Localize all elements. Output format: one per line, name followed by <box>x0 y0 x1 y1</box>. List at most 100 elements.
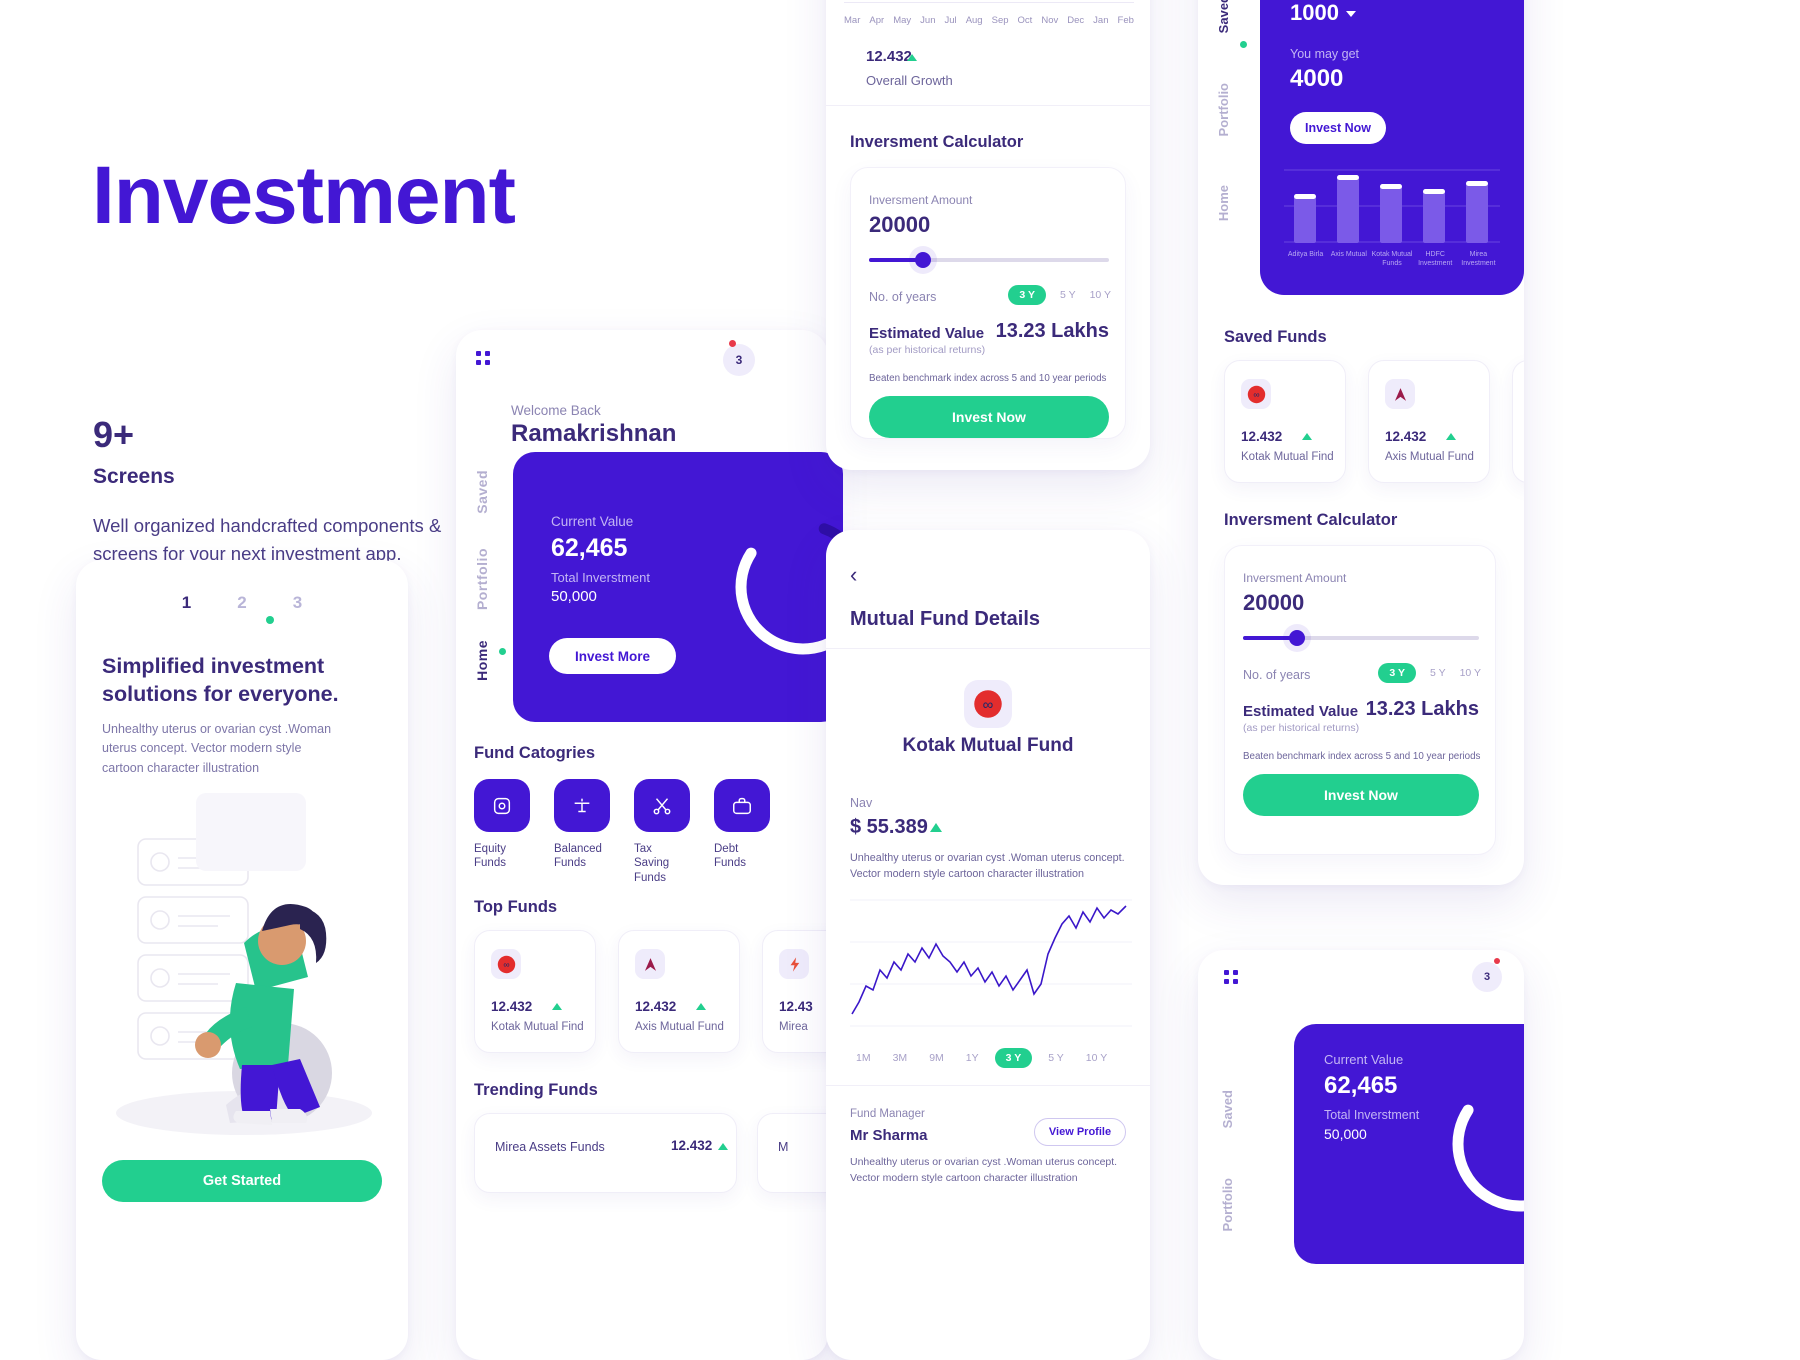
step-2[interactable]: 2 <box>237 593 246 613</box>
grid-menu-icon[interactable] <box>476 351 490 365</box>
fund-manager-description: Unhealthy uterus or ovarian cyst .Woman … <box>850 1156 1118 1184</box>
nav-saved[interactable]: Saved <box>1220 1090 1235 1128</box>
fund-card[interactable]: 12.432 Axis Mutual Fund <box>1368 360 1490 483</box>
nav-home[interactable]: Home <box>474 640 490 681</box>
year-option-5y[interactable]: 5 Y <box>1430 667 1446 679</box>
divider <box>826 648 1150 649</box>
chevron-down-icon[interactable] <box>1346 11 1356 17</box>
amount-slider[interactable] <box>869 252 1109 268</box>
amount-value: 20000 <box>1243 590 1305 615</box>
month-tick: Mar <box>844 15 861 26</box>
axis-logo-icon <box>635 949 665 979</box>
progress-ring-icon <box>1452 1076 1524 1212</box>
category-equity-funds[interactable]: Equity Funds <box>474 779 530 885</box>
trend-up-icon <box>930 823 942 832</box>
fund-value: 12.432 <box>1241 429 1283 444</box>
month-tick: Apr <box>869 15 885 26</box>
trending-fund-row[interactable]: Mirea Assets Funds 12.432 <box>474 1113 737 1193</box>
fund-card[interactable]: 12.43 Mirea <box>1512 360 1524 483</box>
year-option-3y[interactable]: 3 Y <box>1008 285 1046 305</box>
nav-portfolio[interactable]: Portfolio <box>1216 83 1231 136</box>
onboarding-body: Unhealthy uterus or ovarian cyst .Woman … <box>102 722 332 775</box>
fund-categories-title: Fund Catogries <box>474 744 596 762</box>
grid-menu-icon[interactable] <box>1224 970 1238 984</box>
step-1[interactable]: 1 <box>182 593 191 613</box>
trend-up-icon <box>1446 433 1456 440</box>
fund-card[interactable]: ∞ 12.432 Kotak Mutual Find <box>474 930 596 1053</box>
nav-portfolio[interactable]: Portfolio <box>1220 1178 1235 1231</box>
estimated-value: 13.23 Lakhs <box>1365 698 1479 720</box>
range-5y[interactable]: 5 Y <box>1042 1048 1070 1068</box>
estimated-value-sublabel: (as per historical returns) <box>1243 722 1360 734</box>
calculator-panel: Inversment Amount 20000 No. of years 3 Y… <box>1224 545 1496 855</box>
nav-saved[interactable]: Saved <box>474 470 490 514</box>
range-9m[interactable]: 9M <box>923 1048 950 1068</box>
bar-label: HDFC Investment <box>1418 251 1453 268</box>
amount-slider[interactable] <box>1243 630 1479 646</box>
page-title: Investment <box>92 150 516 241</box>
calculator-panel: Inversment Amount 20000 No. of years 3 Y… <box>850 167 1126 439</box>
month-tick: Jan <box>1093 15 1109 26</box>
nav-portfolio[interactable]: Portfolio <box>474 548 490 610</box>
portfolio-screen: 1000 You may get 4000 Invest Now Aditya … <box>1198 0 1524 885</box>
current-value: 62,465 <box>1324 1072 1398 1099</box>
trending-funds-title: Trending Funds <box>474 1081 598 1099</box>
year-option-3y[interactable]: 3 Y <box>1378 663 1416 683</box>
slider-handle[interactable] <box>915 252 931 268</box>
notification-dot-icon <box>1494 958 1500 964</box>
notification-badge[interactable]: 3 <box>1472 962 1502 992</box>
month-tick: Dec <box>1067 15 1085 26</box>
month-tick: Feb <box>1117 15 1134 26</box>
kotak-logo-icon: ∞ <box>964 680 1012 728</box>
nav-saved[interactable]: Saved <box>1216 0 1231 33</box>
trend-up-icon <box>907 54 917 61</box>
category-balanced-funds[interactable]: Balanced Funds <box>554 779 610 885</box>
divider <box>826 105 1150 106</box>
svg-text:∞: ∞ <box>1253 389 1259 399</box>
fund-card[interactable]: 12.432 Axis Mutual Fund <box>618 930 740 1053</box>
coin-icon <box>474 779 530 832</box>
invest-more-button[interactable]: Invest More <box>549 638 676 674</box>
fund-card[interactable]: ∞ 12.432 Kotak Mutual Find <box>1224 360 1346 483</box>
design-showcase-canvas: Investment 9+ Screens Well organized han… <box>0 0 1800 1360</box>
range-1y[interactable]: 1Y <box>960 1048 985 1068</box>
total-investment-value: 50,000 <box>1324 1126 1367 1142</box>
bar-label: Mirea Investment <box>1461 251 1496 268</box>
trending-fund-value: 12.432 <box>671 1138 713 1153</box>
estimated-value-label: Estimated Value <box>869 325 985 342</box>
fund-name: Kotak Mutual Find <box>1241 451 1334 463</box>
user-name: Ramakrishnan <box>511 420 677 447</box>
total-investment-label: Total Inverstment <box>1324 1108 1420 1122</box>
range-3y[interactable]: 3 Y <box>994 1048 1033 1068</box>
notification-badge[interactable]: 3 <box>723 344 755 376</box>
range-3m[interactable]: 3M <box>887 1048 914 1068</box>
invest-now-button[interactable]: Invest Now <box>869 396 1109 438</box>
range-10y[interactable]: 10 Y <box>1080 1048 1113 1068</box>
top-funds-title: Top Funds <box>474 898 558 916</box>
nav-home[interactable]: Home <box>1216 185 1231 221</box>
chevron-left-icon[interactable]: ‹ <box>850 564 857 586</box>
invest-now-button[interactable]: Invest Now <box>1243 774 1479 816</box>
overall-growth-label: Overall Growth <box>866 73 953 88</box>
years-options: 3 Y 5 Y 10 Y <box>1378 663 1481 683</box>
slider-handle[interactable] <box>1289 630 1305 646</box>
progress-ring-icon <box>735 519 843 655</box>
category-tax-saving-funds[interactable]: Tax Saving Funds <box>634 779 690 885</box>
year-option-10y[interactable]: 10 Y <box>1090 289 1111 301</box>
amount-value: 20000 <box>869 212 931 237</box>
get-started-button[interactable]: Get Started <box>102 1160 382 1202</box>
current-value-label: Current Value <box>1324 1052 1404 1067</box>
range-1m[interactable]: 1M <box>850 1048 877 1068</box>
view-profile-button[interactable]: View Profile <box>1034 1118 1126 1146</box>
mirae-logo-icon <box>779 949 809 979</box>
category-debt-funds[interactable]: Debt Funds <box>714 779 770 885</box>
year-option-5y[interactable]: 5 Y <box>1060 289 1076 301</box>
year-option-10y[interactable]: 10 Y <box>1460 667 1481 679</box>
nav-label: Nav <box>850 796 873 810</box>
onboarding-illustration <box>116 793 372 1135</box>
step-3[interactable]: 3 <box>293 593 302 613</box>
category-label: Tax Saving Funds <box>634 843 670 884</box>
bar-label: Kotak Mutual Funds <box>1371 251 1413 268</box>
invest-now-button[interactable]: Invest Now <box>1290 112 1386 144</box>
month-tick: Nov <box>1041 15 1059 26</box>
